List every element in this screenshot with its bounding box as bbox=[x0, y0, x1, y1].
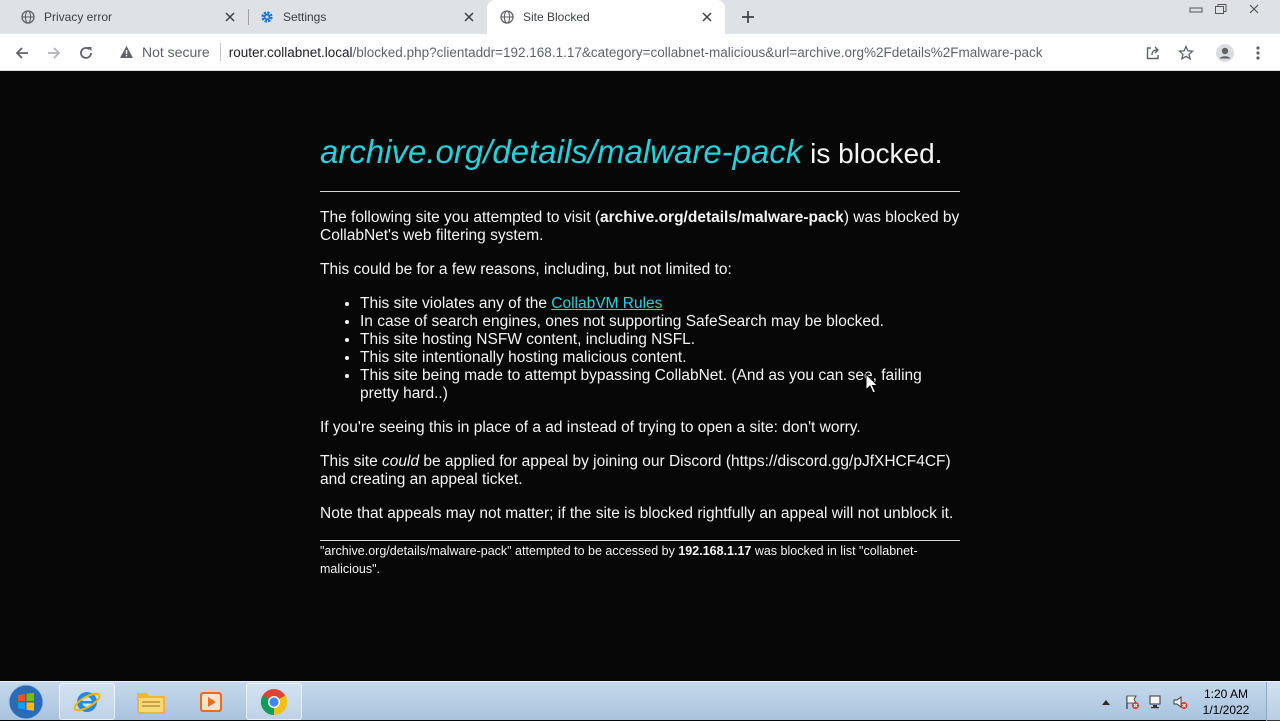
tab-title: Privacy error bbox=[44, 10, 113, 24]
address-bar[interactable]: Not secure router.collabnet.local/blocke… bbox=[108, 37, 1208, 67]
media-player-icon bbox=[200, 691, 222, 712]
plus-icon bbox=[742, 11, 754, 23]
collabvm-rules-link[interactable]: CollabVM Rules bbox=[551, 295, 662, 312]
share-icon bbox=[1146, 46, 1159, 60]
url-path: /blocked.php?clientaddr=192.168.1.17&cat… bbox=[352, 44, 1043, 60]
reasons-intro: This could be for a few reasons, includi… bbox=[320, 261, 732, 278]
more-vert-icon bbox=[1256, 46, 1260, 60]
list-item: This site hosting NSFW content, includin… bbox=[360, 331, 960, 349]
tab-settings[interactable]: Settings bbox=[239, 0, 487, 34]
reload-icon bbox=[80, 47, 92, 59]
file-explorer-icon bbox=[137, 692, 165, 714]
appeal-note: Note that appeals may not matter; if the… bbox=[320, 505, 954, 522]
block-explanation: The following site you attempted to visi… bbox=[320, 209, 960, 245]
window-close-button[interactable] bbox=[1241, 0, 1267, 18]
page-viewport: archive.org/details/malware-pack is bloc… bbox=[0, 71, 1280, 681]
block-page-content: archive.org/details/malware-pack is bloc… bbox=[320, 135, 960, 578]
show-desktop-button[interactable] bbox=[1266, 682, 1280, 721]
reload-button[interactable] bbox=[72, 39, 100, 67]
flag-warning-icon bbox=[1126, 695, 1139, 709]
back-button[interactable] bbox=[8, 39, 36, 67]
close-icon bbox=[1249, 4, 1259, 14]
list-item: This site intentionally hosting maliciou… bbox=[360, 349, 960, 367]
gear-icon bbox=[259, 9, 275, 25]
system-clock[interactable]: 1:20 AM 1/1/2022 bbox=[1196, 686, 1256, 718]
divider bbox=[320, 191, 960, 192]
taskbar-chrome[interactable] bbox=[246, 683, 302, 720]
new-tab-button[interactable] bbox=[736, 5, 760, 29]
divider bbox=[320, 540, 960, 541]
ad-note: If you're seeing this in place of a ad i… bbox=[320, 419, 861, 436]
tab-title: Site Blocked bbox=[523, 10, 590, 24]
minimize-button[interactable] bbox=[1183, 0, 1209, 18]
tab-title: Settings bbox=[283, 10, 327, 24]
minimize-icon bbox=[1189, 7, 1203, 13]
taskbar-internet-explorer[interactable] bbox=[59, 683, 115, 720]
start-button[interactable] bbox=[4, 683, 48, 720]
taskbar-media-player[interactable] bbox=[183, 683, 239, 720]
blocked-site: archive.org/details/malware-pack bbox=[600, 209, 844, 226]
tray-volume[interactable] bbox=[1170, 682, 1190, 721]
taskbar: 1:20 AM 1/1/2022 bbox=[0, 681, 1280, 721]
windows-start-icon bbox=[8, 684, 44, 719]
chevron-up-icon bbox=[1102, 699, 1110, 705]
emphasis: could bbox=[382, 453, 420, 470]
tray-action-center[interactable] bbox=[1122, 682, 1142, 721]
chrome-icon bbox=[260, 688, 288, 715]
share-button[interactable] bbox=[1139, 39, 1167, 67]
url-host: router.collabnet.local bbox=[228, 44, 353, 60]
appeal-info: This site could be applied for appeal by… bbox=[320, 453, 960, 489]
text: The following site you attempted to visi… bbox=[320, 209, 600, 226]
profile-button[interactable] bbox=[1211, 39, 1239, 67]
text: "archive.org/details/malware-pack" attem… bbox=[320, 544, 679, 558]
bookmark-button[interactable] bbox=[1172, 39, 1200, 67]
text: This site bbox=[320, 453, 383, 470]
show-hidden-icons-button[interactable] bbox=[1098, 682, 1114, 721]
warning-icon bbox=[118, 44, 134, 60]
restore-icon bbox=[1215, 4, 1227, 14]
security-indicator[interactable]: Not secure bbox=[108, 37, 210, 67]
client-ip: 192.168.1.17 bbox=[678, 544, 752, 558]
clock-date: 1/1/2022 bbox=[1202, 703, 1250, 717]
mouse-cursor-icon bbox=[865, 373, 879, 394]
close-icon[interactable] bbox=[222, 9, 238, 25]
footer-note: "archive.org/details/malware-pack" attem… bbox=[320, 542, 960, 578]
page-title: archive.org/details/malware-pack is bloc… bbox=[320, 135, 960, 171]
text: This site violates any of the bbox=[360, 295, 552, 312]
tab-strip: Privacy error Settings Site Blocked bbox=[0, 0, 1280, 34]
blocked-site-heading: archive.org/details/malware-pack bbox=[320, 133, 803, 170]
heading-suffix: is blocked. bbox=[802, 138, 943, 169]
list-item: This site violates any of the CollabVM R… bbox=[360, 295, 960, 313]
close-icon[interactable] bbox=[699, 9, 715, 25]
star-icon bbox=[1178, 45, 1194, 61]
back-arrow-icon bbox=[15, 47, 28, 59]
internet-explorer-icon bbox=[73, 691, 101, 712]
tab-site-blocked[interactable]: Site Blocked bbox=[487, 0, 725, 34]
forward-arrow-icon bbox=[48, 47, 61, 59]
list-item: In case of search engines, ones not supp… bbox=[360, 313, 960, 331]
close-icon[interactable] bbox=[461, 9, 477, 25]
forward-button[interactable] bbox=[40, 39, 68, 67]
clock-time: 1:20 AM bbox=[1203, 687, 1249, 701]
network-icon bbox=[1149, 695, 1161, 708]
menu-button[interactable] bbox=[1244, 39, 1272, 67]
tab-privacy-error[interactable]: Privacy error bbox=[0, 0, 248, 34]
divider bbox=[219, 43, 221, 61]
maximize-button[interactable] bbox=[1208, 0, 1234, 18]
reasons-list: This site violates any of the CollabVM R… bbox=[320, 295, 960, 403]
volume-muted-icon bbox=[1173, 695, 1188, 709]
taskbar-file-explorer[interactable] bbox=[123, 683, 179, 720]
security-label: Not secure bbox=[142, 44, 210, 60]
browser-toolbar: Not secure router.collabnet.local/blocke… bbox=[0, 34, 1280, 71]
globe-icon bbox=[499, 9, 515, 25]
globe-icon bbox=[20, 9, 36, 25]
avatar-icon bbox=[1216, 44, 1234, 62]
tray-network[interactable] bbox=[1146, 682, 1166, 721]
url-text[interactable]: router.collabnet.local/blocked.php?clien… bbox=[229, 45, 1043, 60]
